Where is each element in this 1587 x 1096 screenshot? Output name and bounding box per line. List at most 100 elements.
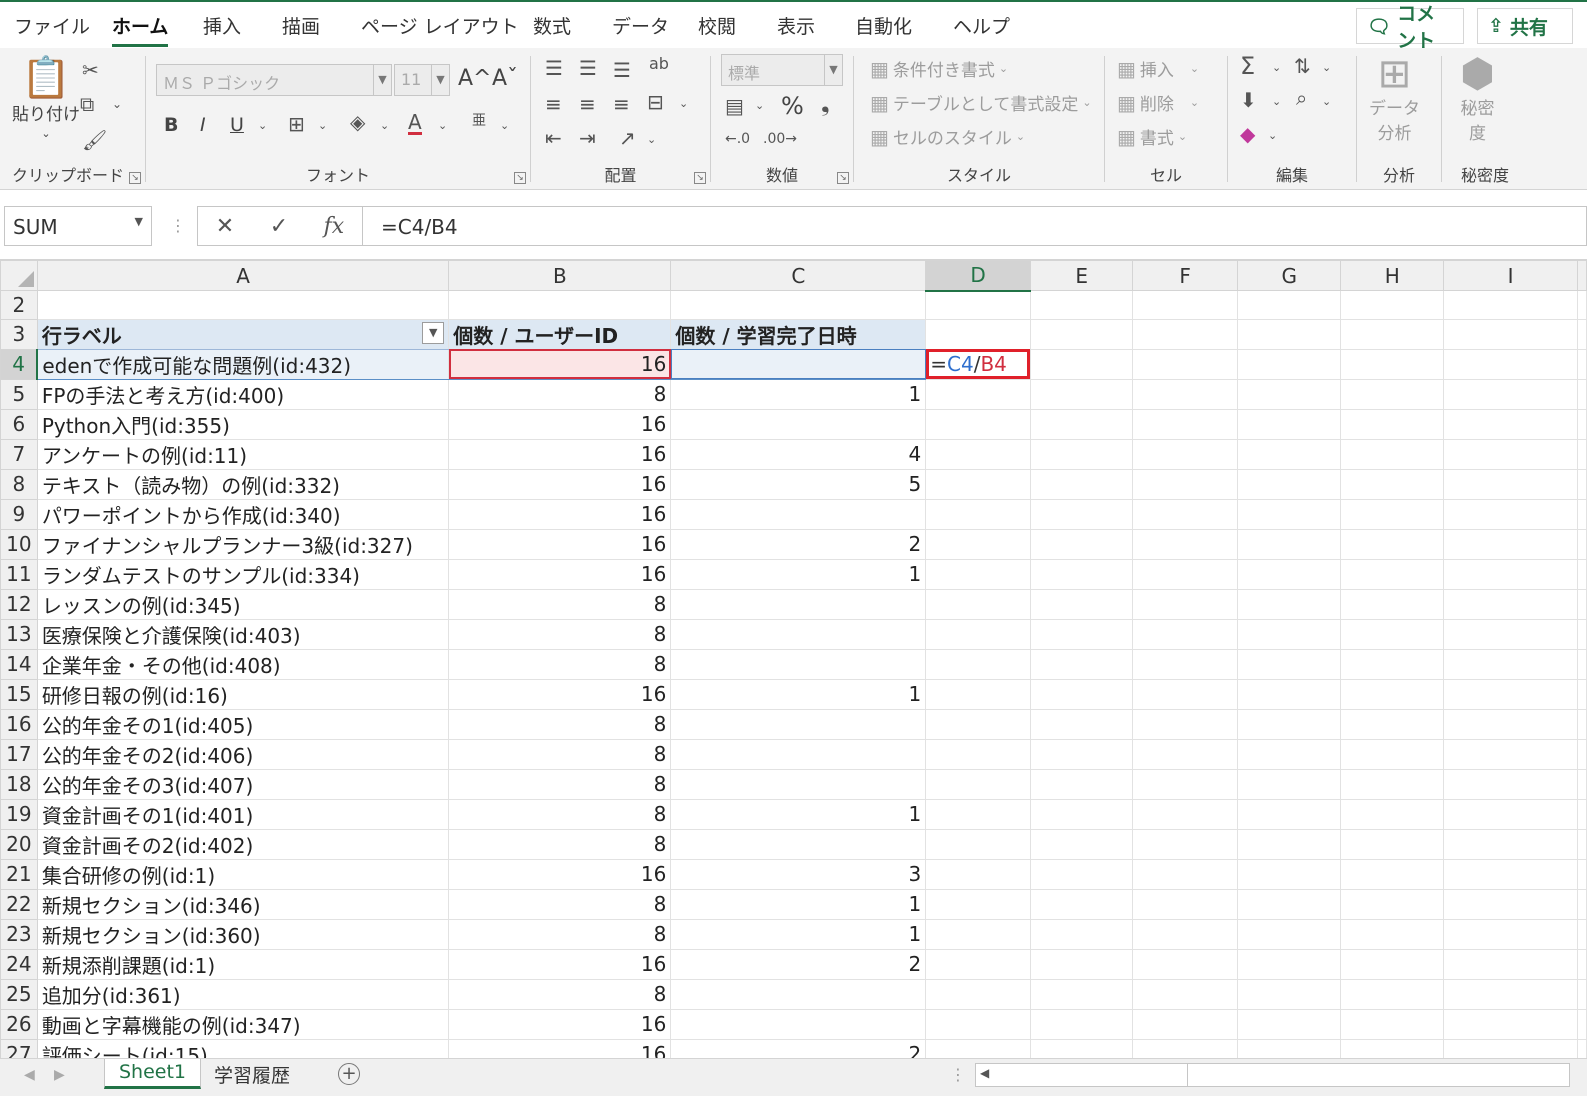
cell-empty[interactable] bbox=[1236, 918, 1342, 950]
cell-empty[interactable] bbox=[1029, 738, 1134, 770]
cell-c[interactable]: 1 bbox=[670, 378, 927, 410]
cell-empty[interactable] bbox=[1577, 918, 1587, 950]
cell-empty[interactable] bbox=[1577, 768, 1587, 800]
row-header[interactable]: 20 bbox=[0, 828, 38, 860]
grow-font-button[interactable]: A^ bbox=[458, 66, 491, 91]
cell-empty[interactable] bbox=[1029, 318, 1134, 350]
cell-empty[interactable] bbox=[1132, 738, 1238, 770]
cell-empty[interactable] bbox=[1340, 588, 1445, 620]
cell-empty[interactable] bbox=[1577, 528, 1587, 560]
cell-empty[interactable] bbox=[1340, 290, 1445, 320]
cell-b[interactable]: 8 bbox=[448, 588, 672, 620]
cell-empty[interactable] bbox=[1236, 558, 1342, 590]
cell-c[interactable]: 1 bbox=[670, 888, 927, 920]
cancel-icon[interactable]: ✕ bbox=[216, 214, 234, 239]
cell-empty[interactable] bbox=[1340, 708, 1445, 740]
chevron-down-icon[interactable]: ⌄ bbox=[647, 134, 656, 145]
cell-empty[interactable] bbox=[1577, 798, 1587, 830]
cell-empty[interactable] bbox=[925, 798, 1031, 830]
launcher-icon[interactable]: ↘ bbox=[694, 172, 706, 184]
cell-c[interactable] bbox=[670, 648, 927, 680]
chevron-down-icon[interactable]: ⌄ bbox=[1322, 62, 1331, 73]
cell-empty[interactable] bbox=[1029, 1008, 1134, 1040]
currency-icon[interactable]: ▤ bbox=[725, 96, 744, 116]
enter-icon[interactable]: ✓ bbox=[270, 214, 288, 239]
cell-b[interactable] bbox=[448, 290, 672, 320]
align-middle-icon[interactable]: ☰ bbox=[579, 58, 597, 78]
cell-empty[interactable] bbox=[1577, 1038, 1587, 1058]
font-size-select[interactable]: 11 ▼ bbox=[394, 64, 450, 96]
cell-b[interactable]: 8 bbox=[448, 378, 672, 410]
cell-empty[interactable] bbox=[1443, 498, 1578, 530]
underline-button[interactable]: U bbox=[230, 114, 244, 136]
data-analysis-button[interactable]: ⊞ データ 分析 bbox=[1369, 54, 1420, 144]
orientation-icon[interactable]: ab bbox=[649, 56, 669, 72]
row-header[interactable]: 24 bbox=[0, 948, 38, 980]
cell-empty[interactable] bbox=[925, 468, 1031, 500]
row-header[interactable]: 6 bbox=[0, 408, 38, 440]
chevron-down-icon[interactable]: ⌄ bbox=[1272, 96, 1281, 107]
cell-empty[interactable] bbox=[1340, 918, 1445, 950]
tab-data[interactable]: データ bbox=[612, 12, 669, 39]
cell-c[interactable]: 2 bbox=[670, 1038, 927, 1058]
cell-empty[interactable] bbox=[1577, 888, 1587, 920]
cell-empty[interactable] bbox=[1132, 768, 1238, 800]
chevron-down-icon[interactable]: ⌄ bbox=[258, 120, 267, 131]
cell-empty[interactable] bbox=[1029, 348, 1134, 380]
cell-empty[interactable] bbox=[1443, 678, 1578, 710]
sensitivity-button[interactable]: ⬢ 秘密 度 bbox=[1460, 54, 1495, 144]
cell-empty[interactable] bbox=[1132, 1008, 1238, 1040]
fill-icon[interactable]: ⬇ bbox=[1240, 90, 1257, 110]
next-sheet-icon[interactable]: ▶ bbox=[54, 1067, 65, 1083]
format-painter-icon[interactable]: 🖌 bbox=[82, 130, 107, 150]
cell-b[interactable]: 8 bbox=[448, 648, 672, 680]
cell-empty[interactable] bbox=[1029, 290, 1134, 320]
cell-empty[interactable] bbox=[1577, 588, 1587, 620]
cell-b[interactable]: 8 bbox=[448, 768, 672, 800]
scroll-left-icon[interactable]: ◀ bbox=[980, 1066, 989, 1080]
cell-b[interactable]: 8 bbox=[448, 618, 672, 650]
cell-a[interactable]: 公的年金その1(id:405) bbox=[36, 708, 450, 740]
cell-empty[interactable] bbox=[1132, 828, 1238, 860]
delete-cells-button[interactable]: ▦ 削除 ⌄ bbox=[1117, 90, 1199, 116]
cell-empty[interactable] bbox=[1236, 468, 1342, 500]
cell-empty[interactable] bbox=[1029, 678, 1134, 710]
add-sheet-icon[interactable]: + bbox=[338, 1063, 360, 1085]
cell-empty[interactable] bbox=[925, 978, 1031, 1010]
fill-color-icon[interactable]: ◈ bbox=[350, 112, 365, 132]
cell-empty[interactable] bbox=[1236, 408, 1342, 440]
cell-empty[interactable] bbox=[1029, 408, 1134, 440]
cell-empty[interactable] bbox=[925, 408, 1031, 440]
comma-style-icon[interactable]: ❟ bbox=[821, 94, 830, 116]
cell-b[interactable]: 16 bbox=[448, 678, 672, 710]
cell-empty[interactable] bbox=[925, 318, 1031, 350]
tab-help[interactable]: ヘルプ bbox=[953, 12, 1010, 39]
cell-a[interactable]: 医療保険と介護保険(id:403) bbox=[36, 618, 450, 650]
cell-empty[interactable] bbox=[1340, 678, 1445, 710]
cell-empty[interactable] bbox=[1236, 528, 1342, 560]
cell-a[interactable]: FPの手法と考え方(id:400) bbox=[36, 378, 450, 410]
cell-empty[interactable] bbox=[1340, 948, 1445, 980]
shrink-font-button[interactable]: Aˇ bbox=[492, 66, 518, 91]
cell-c[interactable]: 5 bbox=[670, 468, 927, 500]
cell-empty[interactable] bbox=[1577, 948, 1587, 980]
cell-empty[interactable] bbox=[1443, 888, 1578, 920]
cell-empty[interactable] bbox=[1443, 948, 1578, 980]
cell-empty[interactable] bbox=[1340, 528, 1445, 560]
cell-empty[interactable] bbox=[1132, 1038, 1238, 1058]
cell-empty[interactable] bbox=[1132, 528, 1238, 560]
row-header[interactable]: 9 bbox=[0, 498, 38, 530]
cell-b[interactable]: 16 bbox=[448, 438, 672, 470]
launcher-icon[interactable]: ↘ bbox=[514, 172, 526, 184]
cell-empty[interactable] bbox=[1577, 978, 1587, 1010]
cell-a[interactable]: レッスンの例(id:345) bbox=[36, 588, 450, 620]
cell-empty[interactable] bbox=[925, 738, 1031, 770]
text-direction-icon[interactable]: ↗ bbox=[619, 128, 636, 148]
cell-empty[interactable] bbox=[925, 918, 1031, 950]
cell-empty[interactable] bbox=[1029, 768, 1134, 800]
percent-button[interactable]: % bbox=[781, 92, 804, 120]
column-header-b[interactable]: B bbox=[448, 260, 672, 291]
cell-empty[interactable] bbox=[1577, 708, 1587, 740]
cell-empty[interactable] bbox=[1443, 1038, 1578, 1058]
cell-empty[interactable] bbox=[1236, 348, 1342, 380]
